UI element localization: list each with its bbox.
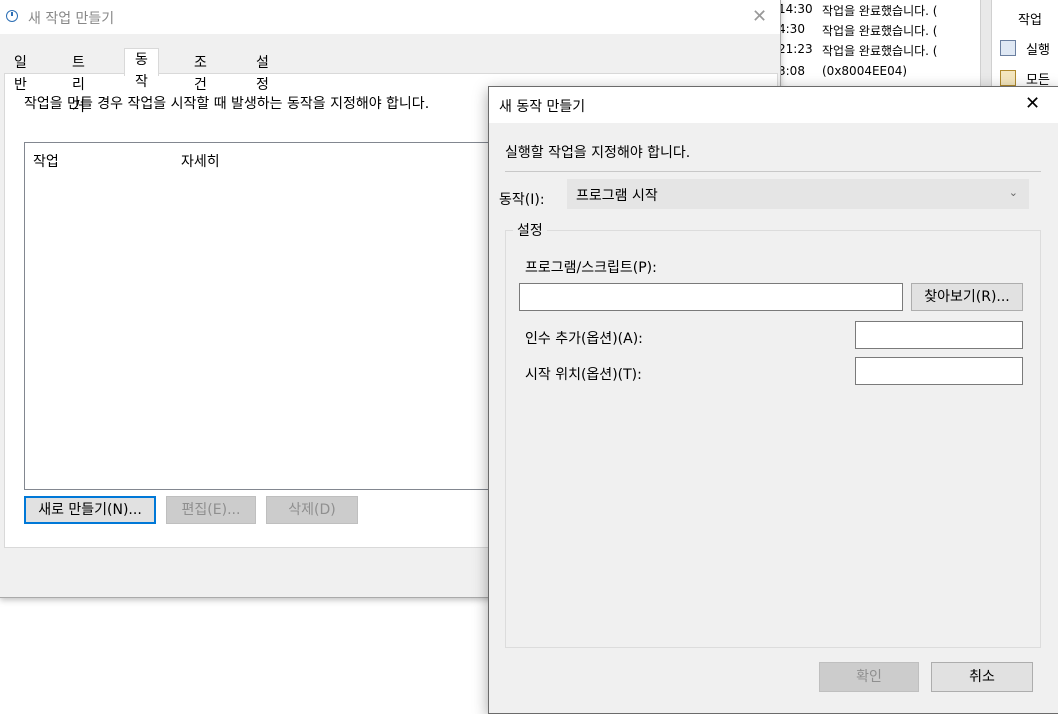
tab-general[interactable]: 일반 [4,52,37,93]
cancel-button[interactable]: 취소 [931,662,1033,692]
new-action-title: 새 동작 만들기 [499,99,586,115]
action-item-label: 실행 [1026,43,1050,58]
tab-actions[interactable]: 동작 [124,48,159,90]
actions-pane-title: 작업 [1018,13,1042,28]
clock-icon [6,10,18,22]
log-message: 작업을 완료했습니다. ( [822,4,938,18]
log-time: 3:08 [778,64,805,78]
new-action-dialog: 새 동작 만들기 ✕ 실행할 작업을 지정해야 합니다. 동작(I): 프로그램… [488,86,1058,714]
edit-action-button[interactable]: 편집(E)... [166,496,256,524]
tab-triggers[interactable]: 트리거 [62,52,95,115]
create-task-titlebar[interactable] [0,0,780,34]
start-in-input[interactable] [855,357,1023,385]
arguments-label: 인수 추가(옵션)(A): [525,331,643,347]
delete-action-button[interactable]: 삭제(D) [266,496,358,524]
browse-button[interactable]: 찾아보기(R)... [911,283,1023,311]
action-type-value: 프로그램 시작 [576,188,658,204]
log-message: 작업을 완료했습니다. ( [822,44,938,58]
log-time: 14:30 [778,2,813,16]
actions-pane-header: 작업 [992,6,1058,30]
dialog-instruction: 실행할 작업을 지정해야 합니다. [505,145,691,161]
actions-description: 작업을 만들 경우 작업을 시작할 때 발생하는 동작을 지정해야 합니다. [24,96,430,112]
divider [505,171,1041,172]
close-icon[interactable]: ✕ [1025,93,1040,114]
action-type-label: 동작(I): [499,192,545,208]
log-row[interactable]: 3:08 (0x8004EE04) [770,62,980,82]
settings-legend: 설정 [513,220,547,240]
tab-settings[interactable]: 설정 [246,52,279,93]
action-type-select[interactable]: 프로그램 시작 ⌄ [567,179,1029,209]
close-icon[interactable]: ✕ [752,6,767,27]
column-header-details[interactable]: 자세히 [181,151,220,171]
log-row[interactable]: 14:30 작업을 완료했습니다. ( [770,0,980,20]
run-icon [1000,40,1016,56]
history-log: 14:30 작업을 완료했습니다. ( 4:30 작업을 완료했습니다. ( 2… [770,0,980,100]
column-header-action[interactable]: 작업 [33,151,59,171]
create-task-title: 새 작업 만들기 [28,11,115,27]
ok-button[interactable]: 확인 [819,662,919,692]
log-row[interactable]: 21:23 작업을 완료했습니다. ( [770,40,980,60]
log-time: 21:23 [778,42,813,56]
program-script-input[interactable] [519,283,903,311]
arguments-input[interactable] [855,321,1023,349]
chevron-down-icon: ⌄ [1008,186,1018,199]
actions-list[interactable]: 작업 자세히 [24,142,495,490]
log-time: 4:30 [778,22,805,36]
tab-conditions[interactable]: 조건 [184,52,217,93]
action-item-run[interactable]: 실행 [992,36,1058,60]
log-message: 작업을 완료했습니다. ( [822,24,938,38]
new-action-button[interactable]: 새로 만들기(N)... [24,496,156,524]
log-row[interactable]: 4:30 작업을 완료했습니다. ( [770,20,980,40]
start-in-label: 시작 위치(옵션)(T): [525,367,642,383]
program-script-label: 프로그램/스크립트(P): [525,260,657,276]
task-icon [1000,70,1016,86]
log-message: (0x8004EE04) [822,64,908,78]
